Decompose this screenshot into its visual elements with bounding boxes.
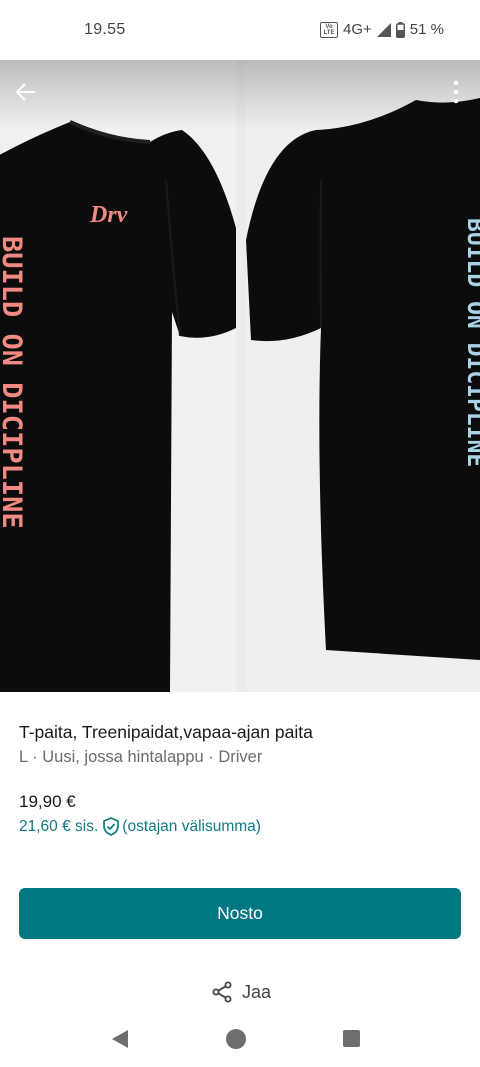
system-navigation-bar <box>0 1010 480 1067</box>
shield-check-icon <box>102 817 120 836</box>
nav-home-icon[interactable] <box>226 1029 246 1049</box>
front-vertical-slogan: BUILD ON DICIPLINE <box>0 236 27 529</box>
more-vertical-icon <box>453 80 459 104</box>
price-including-protection[interactable]: 21,60 € sis. (ostajan välisumma) <box>19 817 261 836</box>
share-icon <box>212 981 232 1003</box>
product-photo-front[interactable]: Drv BUILD ON DICIPLINE <box>0 60 236 692</box>
price-incl-value: 21,60 € sis. <box>19 817 99 835</box>
signal-icon <box>376 22 391 37</box>
back-button[interactable] <box>10 76 42 108</box>
product-subtitle: L · Uusi, jossa hintalappu · Driver <box>19 748 263 766</box>
more-options-button[interactable] <box>446 76 466 108</box>
back-vertical-slogan: BUILD ON DICIPLINE <box>462 218 480 467</box>
network-label: 4G+ <box>343 21 372 38</box>
tshirt-front-image: Drv BUILD ON DICIPLINE <box>0 120 236 692</box>
product-title: T-paita, Treenipaidat,vapaa-ajan paita <box>19 722 313 742</box>
front-logo-text: Drv <box>89 202 128 228</box>
nav-recents-icon[interactable] <box>343 1030 360 1047</box>
nav-back-icon[interactable] <box>110 1029 130 1049</box>
status-indicators: Vo LTE 4G+ 51 % <box>320 21 444 38</box>
status-time: 19.55 <box>84 21 126 38</box>
battery-icon <box>395 21 405 38</box>
share-label: Jaa <box>242 981 272 1002</box>
volte-icon: Vo LTE <box>320 21 339 38</box>
buyer-protection-label: (ostajan välisumma) <box>122 817 261 835</box>
product-image-gallery[interactable]: Drv BUILD ON DICIPLINE BUILD ON DICIPLIN… <box>0 60 480 692</box>
tshirt-back-image: BUILD ON DICIPLINE <box>246 98 480 660</box>
battery-label: 51 % <box>409 21 444 38</box>
status-bar: 19.55 Vo LTE 4G+ 51 % <box>0 0 480 60</box>
product-photo-back[interactable]: BUILD ON DICIPLINE <box>246 60 480 692</box>
arrow-left-icon <box>15 83 35 101</box>
product-price: 19,90 € <box>19 792 76 811</box>
share-button[interactable]: Jaa <box>210 980 271 1004</box>
buy-button[interactable]: Nosto <box>19 888 461 939</box>
